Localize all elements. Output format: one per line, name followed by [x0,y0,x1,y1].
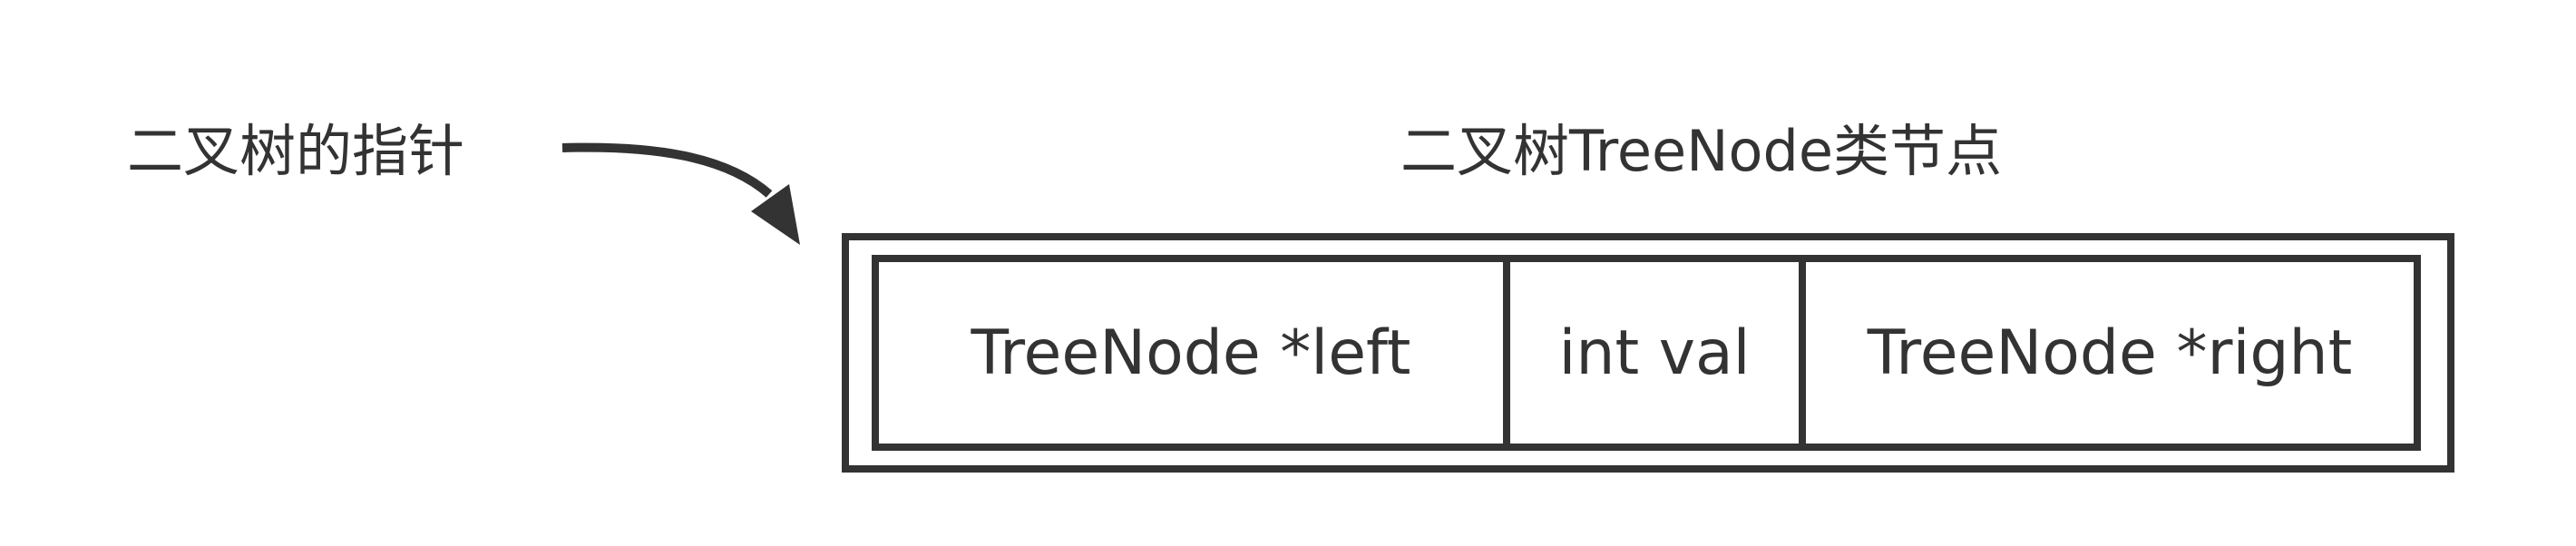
field-val: int val [1503,262,1799,444]
pointer-arrow-line [561,142,773,198]
field-right-pointer: TreeNode *right [1799,262,2414,444]
field-left-pointer: TreeNode *left [971,317,1411,389]
pointer-arrow-head [751,184,800,245]
treenode-struct: TreeNode *left int val TreeNode *right [872,255,2421,451]
